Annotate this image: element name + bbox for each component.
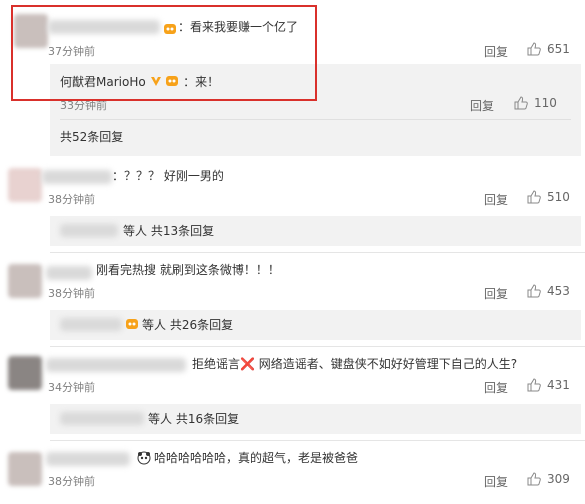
more-replies-link[interactable]: 共52条回复 xyxy=(60,129,123,145)
divider xyxy=(50,346,585,347)
like-button[interactable]: 453 xyxy=(527,284,570,298)
like-count: 453 xyxy=(547,284,570,298)
thumbs-up-icon xyxy=(527,42,541,56)
more-replies-link[interactable]: 等人 共16条回复 xyxy=(148,411,239,427)
comment-text: ：？？？ 好刚一男的 xyxy=(112,169,224,183)
like-button[interactable]: 510 xyxy=(527,190,570,204)
avatar[interactable] xyxy=(8,452,42,486)
username[interactable] xyxy=(46,266,92,280)
like-count: 309 xyxy=(547,472,570,486)
comment-text: 哈哈哈哈哈哈，真的超气，老是被爸爸 xyxy=(154,451,359,465)
reply-button[interactable]: 回复 xyxy=(484,285,508,302)
like-count: 510 xyxy=(547,190,570,204)
sub-reply-username[interactable] xyxy=(60,412,144,425)
username[interactable] xyxy=(42,170,112,184)
thumbs-up-icon xyxy=(514,96,528,110)
reply-button[interactable]: 回复 xyxy=(484,473,508,490)
username[interactable] xyxy=(46,452,130,466)
like-button[interactable]: 651 xyxy=(527,42,570,56)
comment-text: 刚看完热搜 就刷到这条微博！！！ xyxy=(96,263,280,277)
comment-time: 34分钟前 xyxy=(48,381,95,394)
divider xyxy=(60,119,571,120)
sub-like-button[interactable]: 110 xyxy=(514,96,557,110)
more-replies-link[interactable]: 等人 共26条回复 xyxy=(142,317,233,333)
like-button[interactable]: 309 xyxy=(527,472,570,486)
divider xyxy=(50,252,585,253)
reply-button[interactable]: 回复 xyxy=(484,43,508,60)
like-count: 651 xyxy=(547,42,570,56)
panda-emoji-icon xyxy=(137,451,151,465)
username[interactable] xyxy=(46,358,186,372)
highlight-box xyxy=(11,5,317,101)
avatar[interactable] xyxy=(8,264,42,298)
sub-reply-username[interactable] xyxy=(60,318,122,331)
reply-button[interactable]: 回复 xyxy=(484,191,508,208)
sub-like-count: 110 xyxy=(534,96,557,110)
thumbs-up-icon xyxy=(527,472,541,486)
avatar[interactable] xyxy=(8,356,42,390)
sub-reply-button[interactable]: 回复 xyxy=(470,97,494,114)
thumbs-up-icon xyxy=(527,284,541,298)
more-replies-link[interactable]: 等人 共13条回复 xyxy=(123,223,214,239)
like-button[interactable]: 431 xyxy=(527,378,570,392)
avatar[interactable] xyxy=(8,168,42,202)
comment-time: 38分钟前 xyxy=(48,475,95,488)
comment-time: 38分钟前 xyxy=(48,287,95,300)
comment-text: 拒绝谣言❌ 网络造谣者、键盘侠不如好好管理下自己的人生? xyxy=(192,357,518,371)
sub-reply-username[interactable] xyxy=(60,224,118,237)
thumbs-up-icon xyxy=(527,190,541,204)
thumbs-up-icon xyxy=(527,378,541,392)
comment-time: 38分钟前 xyxy=(48,193,95,206)
reply-button[interactable]: 回复 xyxy=(484,379,508,396)
like-count: 431 xyxy=(547,378,570,392)
vip-badge-icon xyxy=(126,319,138,329)
divider xyxy=(50,440,585,441)
